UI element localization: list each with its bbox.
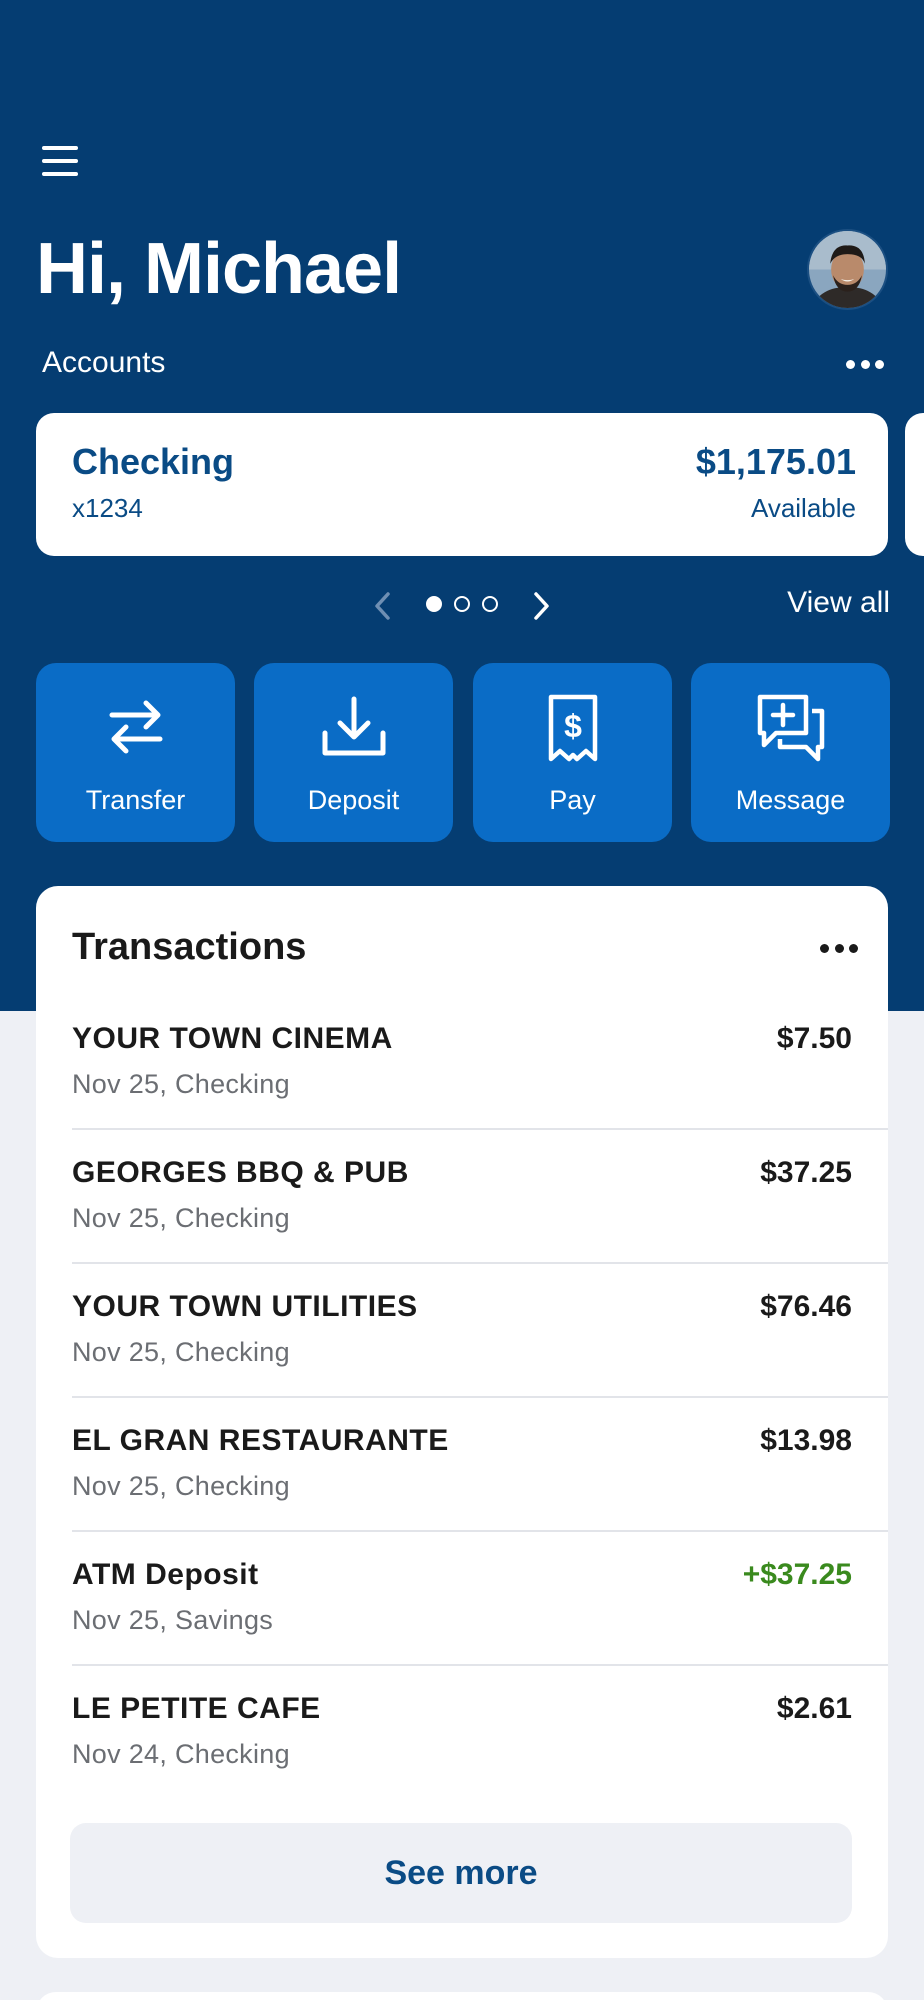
transaction-amount: $76.46 [760,1290,852,1323]
transactions-title: Transactions [72,926,307,968]
svg-text:$: $ [564,708,582,744]
account-balance: $1,175.01 [695,441,856,482]
transfer-button[interactable]: Transfer [36,663,235,842]
transaction-merchant: YOUR TOWN UTILITIES [72,1290,418,1323]
greeting-title: Hi, Michael [36,229,402,309]
chevron-right-icon[interactable] [526,588,556,624]
transaction-merchant: EL GRAN RESTAURANTE [72,1424,449,1457]
transaction-detail: Nov 24, Checking [72,1739,290,1769]
account-card-checking[interactable]: Checking x1234 $1,175.01 Available [36,413,888,556]
view-all-accounts-link[interactable]: View all [787,586,890,620]
message-button[interactable]: Message [691,663,890,842]
page-dot [454,596,470,612]
transaction-amount: +$37.25 [742,1558,852,1591]
transaction-row[interactable]: LE PETITE CAFE Nov 24, Checking $2.61 [72,1666,888,1800]
message-label: Message [735,785,846,815]
pay-label: Pay [549,785,596,815]
deposit-icon [322,696,385,756]
profile-photo [809,231,886,308]
page-dot [426,596,442,612]
transaction-amount: $37.25 [760,1156,852,1189]
hamburger-menu-icon[interactable] [42,146,82,176]
transaction-row[interactable]: YOUR TOWN CINEMA Nov 25, Checking $7.50 [72,996,888,1130]
transfer-label: Transfer [85,785,186,815]
transaction-merchant: LE PETITE CAFE [72,1692,321,1725]
transfer-icon [109,700,162,754]
transaction-detail: Nov 25, Checking [72,1337,290,1367]
transaction-detail: Nov 25, Checking [72,1471,290,1501]
deposit-label: Deposit [307,785,400,815]
transaction-amount: $7.50 [776,1022,852,1055]
transaction-row[interactable]: ATM Deposit Nov 25, Savings +$37.25 [72,1532,888,1666]
message-icon [757,694,824,762]
transaction-amount: $2.61 [776,1692,852,1725]
next-section-card [36,1992,888,2000]
account-name: Checking [72,441,235,482]
transactions-list: YOUR TOWN CINEMA Nov 25, Checking $7.50 … [72,996,888,1800]
transaction-amount: $13.98 [760,1424,852,1457]
transaction-detail: Nov 25, Checking [72,1203,290,1233]
transaction-detail: Nov 25, Checking [72,1069,290,1099]
transaction-row[interactable]: EL GRAN RESTAURANTE Nov 25, Checking $13… [72,1398,888,1532]
transaction-row[interactable]: YOUR TOWN UTILITIES Nov 25, Checking $76… [72,1264,888,1398]
transaction-merchant: YOUR TOWN CINEMA [72,1022,393,1055]
carousel-page-indicator [426,596,498,612]
see-more-button[interactable]: See more [70,1823,852,1923]
account-balance-label: Available [750,493,856,523]
next-account-card[interactable] [905,413,924,556]
avatar[interactable] [807,229,888,310]
transactions-more-options-icon[interactable] [820,938,858,958]
page-dot [482,596,498,612]
transaction-merchant: ATM Deposit [72,1558,259,1591]
accounts-section-label: Accounts [42,346,166,379]
transaction-merchant: GEORGES BBQ & PUB [72,1156,409,1189]
chevron-left-icon[interactable] [368,588,398,624]
transaction-row[interactable]: GEORGES BBQ & PUB Nov 25, Checking $37.2… [72,1130,888,1264]
account-number: x1234 [72,493,143,523]
deposit-button[interactable]: Deposit [254,663,453,842]
accounts-more-options-icon[interactable] [846,352,884,376]
pay-button[interactable]: $ Pay [473,663,672,842]
quick-actions: Transfer Deposit $ Pay Message [36,663,890,842]
transactions-card: Transactions YOUR TOWN CINEMA Nov 25, Ch… [36,886,888,1958]
pay-bill-icon: $ [548,694,597,762]
transaction-detail: Nov 25, Savings [72,1605,274,1635]
